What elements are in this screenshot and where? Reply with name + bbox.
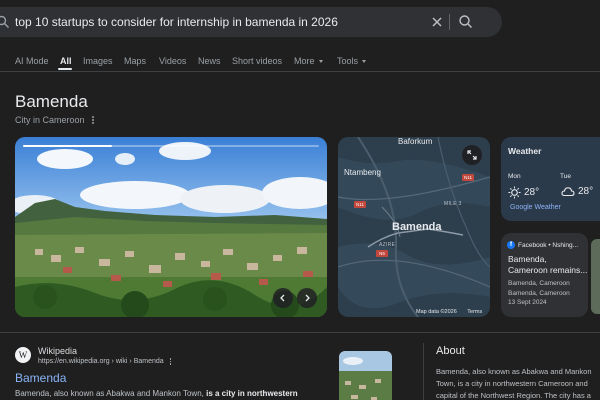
map-label-baforkum: Baforkum <box>398 137 433 146</box>
weather-title: Weather <box>508 146 542 156</box>
about-divider <box>423 343 424 400</box>
tab-maps[interactable]: Maps <box>124 53 159 69</box>
photo-progress-fill <box>23 145 112 147</box>
tab-all[interactable]: All <box>60 53 83 69</box>
tabs-divider <box>0 71 600 72</box>
weather-forecast-mon: 28° <box>508 186 539 199</box>
weather-temp: 28° <box>524 187 540 198</box>
more-options-icon[interactable] <box>169 358 172 365</box>
expand-icon <box>467 150 477 160</box>
next-photo-button[interactable] <box>297 288 317 308</box>
weather-day: Tue <box>560 173 571 180</box>
weather-day: Mon <box>508 173 521 180</box>
tab-short-videos[interactable]: Short videos <box>232 53 294 69</box>
map-footer: Map data ©2026 Terms <box>416 309 482 315</box>
search-input[interactable]: top 10 startups to consider for internsh… <box>15 15 338 29</box>
search-bar[interactable]: top 10 startups to consider for internsh… <box>0 7 502 37</box>
more-options-icon[interactable] <box>91 116 94 124</box>
tab-videos[interactable]: Videos <box>159 53 198 69</box>
result-title-link[interactable]: Bamenda <box>15 371 66 385</box>
post-headline: Bamenda, Cameroon remains... <box>508 254 588 275</box>
result-snippet: Bamenda, also known as Abakwa and Mankon… <box>15 389 298 398</box>
map-label-ntambeng: Ntambeng <box>344 168 381 177</box>
prev-photo-button[interactable] <box>273 288 293 308</box>
tab-news[interactable]: News <box>198 53 232 69</box>
weather-forecast-tue: 28° <box>561 186 593 197</box>
weather-source-link[interactable]: Google Weather <box>510 204 561 211</box>
result-thumbnail-image <box>339 351 392 400</box>
about-title: About <box>436 345 465 357</box>
road-shield: N11 <box>462 174 474 181</box>
post-source-label: Facebook • Nshing... <box>518 241 579 249</box>
result-site-name[interactable]: Wikipedia <box>38 346 77 356</box>
map-card[interactable]: Baforkum Ntambeng Bamenda MILE 3 AZIRE N… <box>338 137 490 317</box>
chevron-right-icon <box>305 294 310 302</box>
chevron-left-icon <box>280 294 285 302</box>
result-url: https://en.wikipedia.org › wiki › Bamend… <box>38 358 172 365</box>
section-divider <box>0 332 600 333</box>
map-label-mile3: MILE 3 <box>444 201 462 207</box>
chevron-down-icon <box>362 59 367 63</box>
search-submit-icon[interactable] <box>457 13 475 31</box>
map-label-azire: AZIRE <box>379 242 396 248</box>
post-date: 13 Sept 2024 <box>508 299 547 306</box>
close-icon[interactable] <box>428 13 446 31</box>
result-url-text[interactable]: https://en.wikipedia.org › wiki › Bamend… <box>38 358 164 365</box>
result-snippet-highlight: is a city in northwestern <box>206 389 298 398</box>
next-post-card[interactable] <box>591 239 600 314</box>
map-label-city: Bamenda <box>392 221 442 233</box>
weather-card[interactable]: Weather Mon Tue 28° 28° Google Weather <box>501 137 600 221</box>
map-expand-button[interactable] <box>462 145 482 165</box>
about-text: Bamenda, also known as Abakwa and Mankon… <box>436 367 592 400</box>
entity-subtitle: City in Cameroon <box>15 115 94 125</box>
map-attribution: Map data ©2026 <box>416 309 457 315</box>
post-snippet: Bamenda, Cameroon Bamenda, Cameroon <box>508 280 570 297</box>
search-tabs: AI Mode All Images Maps Videos News Shor… <box>15 53 377 69</box>
tab-tools[interactable]: Tools <box>337 53 377 69</box>
road-shield: N11 <box>354 201 366 208</box>
tab-more[interactable]: More <box>294 53 337 69</box>
social-post-card[interactable]: f Facebook • Nshing... Bamenda, Cameroon… <box>501 233 588 317</box>
result-thumbnail[interactable] <box>339 351 392 400</box>
entity-subtitle-text: City in Cameroon <box>15 115 85 125</box>
searchbar-divider <box>449 14 450 30</box>
wikipedia-favicon-icon: W <box>15 347 31 363</box>
city-photo[interactable] <box>15 137 327 317</box>
facebook-icon: f <box>507 241 515 249</box>
cloud-icon <box>561 187 575 197</box>
tab-ai-mode[interactable]: AI Mode <box>15 53 60 69</box>
map-terms-link[interactable]: Terms <box>467 309 482 315</box>
post-source: f Facebook • Nshing... <box>507 241 578 249</box>
active-tab-indicator <box>58 68 72 70</box>
tab-images[interactable]: Images <box>83 53 124 69</box>
entity-title: Bamenda <box>15 92 88 111</box>
photo-progress-bar <box>23 145 319 147</box>
road-shield: N6 <box>376 250 388 257</box>
weather-temp: 28° <box>578 186 594 197</box>
search-icon <box>0 15 9 28</box>
result-snippet-text: Bamenda, also known as Abakwa and Mankon… <box>15 389 207 398</box>
sun-icon <box>508 186 521 199</box>
chevron-down-icon <box>318 59 323 63</box>
